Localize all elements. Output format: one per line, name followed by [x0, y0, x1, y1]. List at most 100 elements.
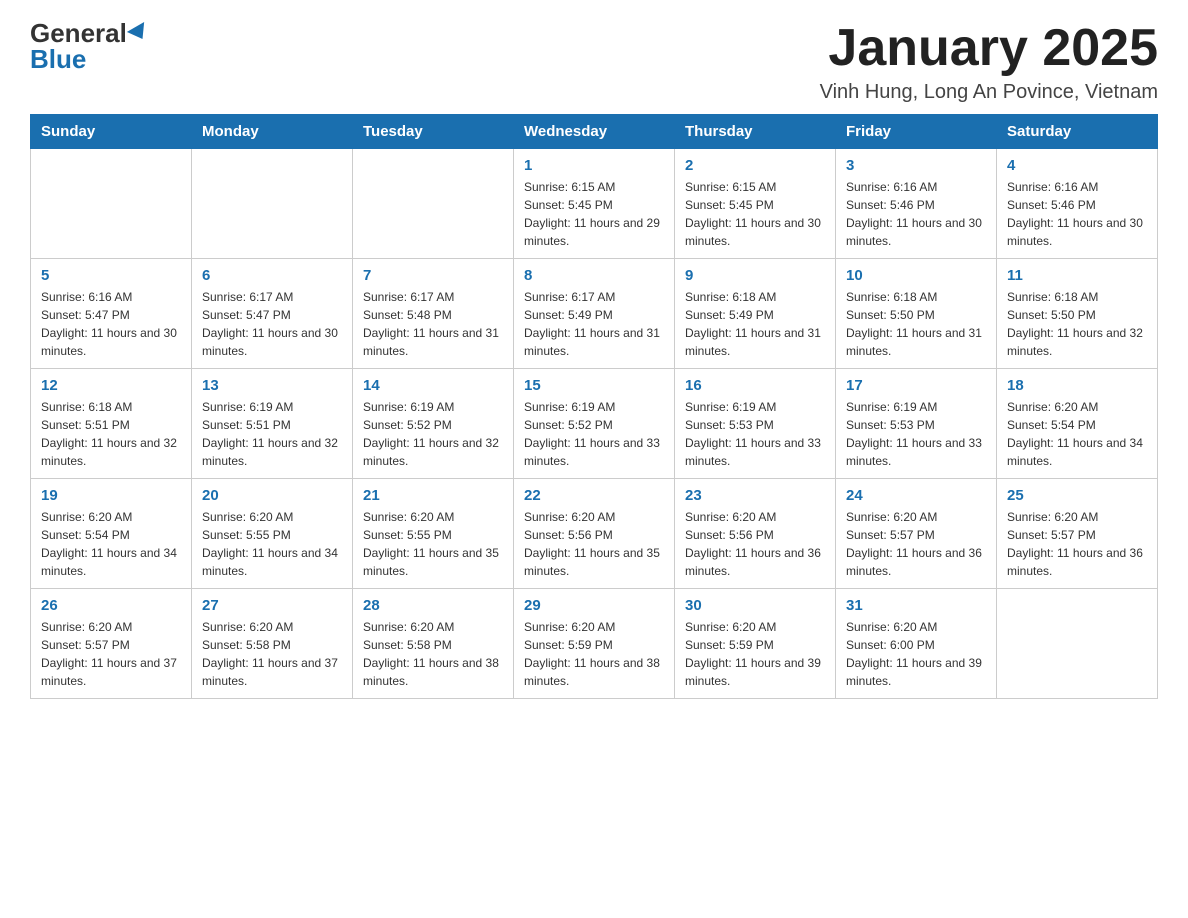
- page-subtitle: Vinh Hung, Long An Povince, Vietnam: [820, 81, 1158, 104]
- day-info: Sunrise: 6:20 AM Sunset: 5:57 PM Dayligh…: [41, 618, 181, 690]
- day-number: 16: [685, 377, 825, 394]
- day-info: Sunrise: 6:20 AM Sunset: 5:54 PM Dayligh…: [1007, 398, 1147, 470]
- calendar-cell: 27 Sunrise: 6:20 AM Sunset: 5:58 PM Dayli…: [192, 589, 353, 699]
- day-number: 10: [846, 267, 986, 284]
- calendar-cell: 21 Sunrise: 6:20 AM Sunset: 5:55 PM Dayli…: [353, 479, 514, 589]
- calendar-cell: 22 Sunrise: 6:20 AM Sunset: 5:56 PM Dayli…: [514, 479, 675, 589]
- calendar-header-thursday: Thursday: [675, 115, 836, 149]
- day-number: 15: [524, 377, 664, 394]
- calendar-cell: [31, 149, 192, 259]
- day-info: Sunrise: 6:15 AM Sunset: 5:45 PM Dayligh…: [685, 178, 825, 250]
- day-info: Sunrise: 6:19 AM Sunset: 5:52 PM Dayligh…: [524, 398, 664, 470]
- day-number: 21: [363, 487, 503, 504]
- calendar-cell: 12 Sunrise: 6:18 AM Sunset: 5:51 PM Dayli…: [31, 369, 192, 479]
- day-info: Sunrise: 6:20 AM Sunset: 5:54 PM Dayligh…: [41, 508, 181, 580]
- calendar-cell: 23 Sunrise: 6:20 AM Sunset: 5:56 PM Dayli…: [675, 479, 836, 589]
- calendar-week-3: 12 Sunrise: 6:18 AM Sunset: 5:51 PM Dayli…: [31, 369, 1158, 479]
- day-number: 4: [1007, 157, 1147, 174]
- day-info: Sunrise: 6:19 AM Sunset: 5:53 PM Dayligh…: [685, 398, 825, 470]
- day-info: Sunrise: 6:20 AM Sunset: 5:57 PM Dayligh…: [1007, 508, 1147, 580]
- calendar-header-monday: Monday: [192, 115, 353, 149]
- day-number: 3: [846, 157, 986, 174]
- day-number: 5: [41, 267, 181, 284]
- calendar-header-row: SundayMondayTuesdayWednesdayThursdayFrid…: [31, 115, 1158, 149]
- title-area: January 2025 Vinh Hung, Long An Povince,…: [820, 20, 1158, 104]
- day-number: 20: [202, 487, 342, 504]
- day-number: 17: [846, 377, 986, 394]
- calendar-cell: 14 Sunrise: 6:19 AM Sunset: 5:52 PM Dayli…: [353, 369, 514, 479]
- day-number: 11: [1007, 267, 1147, 284]
- calendar-cell: 1 Sunrise: 6:15 AM Sunset: 5:45 PM Daylig…: [514, 149, 675, 259]
- calendar-cell: 16 Sunrise: 6:19 AM Sunset: 5:53 PM Dayli…: [675, 369, 836, 479]
- day-info: Sunrise: 6:17 AM Sunset: 5:49 PM Dayligh…: [524, 288, 664, 360]
- page-title: January 2025: [820, 20, 1158, 77]
- day-number: 27: [202, 597, 342, 614]
- day-info: Sunrise: 6:20 AM Sunset: 5:55 PM Dayligh…: [363, 508, 503, 580]
- day-number: 22: [524, 487, 664, 504]
- logo: General Blue: [30, 20, 149, 72]
- logo-general-text: General: [30, 20, 127, 46]
- day-number: 31: [846, 597, 986, 614]
- day-number: 14: [363, 377, 503, 394]
- calendar-cell: 30 Sunrise: 6:20 AM Sunset: 5:59 PM Dayli…: [675, 589, 836, 699]
- calendar-cell: 29Sunrise: 6:20 AM Sunset: 5:59 PM Dayli…: [514, 589, 675, 699]
- calendar-cell: [192, 149, 353, 259]
- day-info: Sunrise: 6:18 AM Sunset: 5:50 PM Dayligh…: [846, 288, 986, 360]
- day-info: Sunrise: 6:20 AM Sunset: 5:56 PM Dayligh…: [685, 508, 825, 580]
- day-number: 8: [524, 267, 664, 284]
- day-number: 18: [1007, 377, 1147, 394]
- day-number: 26: [41, 597, 181, 614]
- calendar-cell: [997, 589, 1158, 699]
- day-info: Sunrise: 6:20 AM Sunset: 5:57 PM Dayligh…: [846, 508, 986, 580]
- calendar-week-1: 1 Sunrise: 6:15 AM Sunset: 5:45 PM Daylig…: [31, 149, 1158, 259]
- calendar-cell: 5 Sunrise: 6:16 AM Sunset: 5:47 PM Daylig…: [31, 259, 192, 369]
- day-info: Sunrise: 6:16 AM Sunset: 5:46 PM Dayligh…: [1007, 178, 1147, 250]
- day-number: 2: [685, 157, 825, 174]
- calendar-cell: 4 Sunrise: 6:16 AM Sunset: 5:46 PM Daylig…: [997, 149, 1158, 259]
- day-info: Sunrise: 6:18 AM Sunset: 5:51 PM Dayligh…: [41, 398, 181, 470]
- day-number: 7: [363, 267, 503, 284]
- day-number: 1: [524, 157, 664, 174]
- calendar-cell: 28Sunrise: 6:20 AM Sunset: 5:58 PM Dayli…: [353, 589, 514, 699]
- day-info: Sunrise: 6:16 AM Sunset: 5:46 PM Dayligh…: [846, 178, 986, 250]
- calendar-cell: 3 Sunrise: 6:16 AM Sunset: 5:46 PM Daylig…: [836, 149, 997, 259]
- calendar-cell: 26 Sunrise: 6:20 AM Sunset: 5:57 PM Dayli…: [31, 589, 192, 699]
- day-number: 24: [846, 487, 986, 504]
- calendar-week-5: 26 Sunrise: 6:20 AM Sunset: 5:57 PM Dayli…: [31, 589, 1158, 699]
- calendar-cell: 31 Sunrise: 6:20 AM Sunset: 6:00 PM Dayli…: [836, 589, 997, 699]
- day-number: 19: [41, 487, 181, 504]
- day-info: Sunrise: 6:19 AM Sunset: 5:52 PM Dayligh…: [363, 398, 503, 470]
- day-number: 9: [685, 267, 825, 284]
- day-info: Sunrise: 6:16 AM Sunset: 5:47 PM Dayligh…: [41, 288, 181, 360]
- logo-triangle-icon: [127, 22, 151, 44]
- calendar-cell: 2 Sunrise: 6:15 AM Sunset: 5:45 PM Daylig…: [675, 149, 836, 259]
- day-number: 13: [202, 377, 342, 394]
- day-number: 30: [685, 597, 825, 614]
- day-info: Sunrise: 6:20 AM Sunset: 5:58 PM Dayligh…: [363, 618, 503, 690]
- calendar-cell: 11Sunrise: 6:18 AM Sunset: 5:50 PM Dayli…: [997, 259, 1158, 369]
- day-info: Sunrise: 6:20 AM Sunset: 5:55 PM Dayligh…: [202, 508, 342, 580]
- calendar-cell: 18 Sunrise: 6:20 AM Sunset: 5:54 PM Dayli…: [997, 369, 1158, 479]
- calendar-cell: 24 Sunrise: 6:20 AM Sunset: 5:57 PM Dayli…: [836, 479, 997, 589]
- day-number: 23: [685, 487, 825, 504]
- header: General Blue January 2025 Vinh Hung, Lon…: [30, 20, 1158, 104]
- calendar-week-2: 5 Sunrise: 6:16 AM Sunset: 5:47 PM Daylig…: [31, 259, 1158, 369]
- day-number: 12: [41, 377, 181, 394]
- calendar-header-saturday: Saturday: [997, 115, 1158, 149]
- day-number: 6: [202, 267, 342, 284]
- calendar-week-4: 19 Sunrise: 6:20 AM Sunset: 5:54 PM Dayli…: [31, 479, 1158, 589]
- calendar-header-sunday: Sunday: [31, 115, 192, 149]
- day-info: Sunrise: 6:20 AM Sunset: 5:59 PM Dayligh…: [685, 618, 825, 690]
- calendar-cell: 15 Sunrise: 6:19 AM Sunset: 5:52 PM Dayli…: [514, 369, 675, 479]
- day-info: Sunrise: 6:20 AM Sunset: 6:00 PM Dayligh…: [846, 618, 986, 690]
- calendar-cell: 6 Sunrise: 6:17 AM Sunset: 5:47 PM Daylig…: [192, 259, 353, 369]
- logo-blue-text: Blue: [30, 46, 86, 72]
- day-info: Sunrise: 6:20 AM Sunset: 5:58 PM Dayligh…: [202, 618, 342, 690]
- calendar-cell: 9Sunrise: 6:18 AM Sunset: 5:49 PM Daylig…: [675, 259, 836, 369]
- day-info: Sunrise: 6:15 AM Sunset: 5:45 PM Dayligh…: [524, 178, 664, 250]
- day-number: 25: [1007, 487, 1147, 504]
- day-info: Sunrise: 6:20 AM Sunset: 5:59 PM Dayligh…: [524, 618, 664, 690]
- day-info: Sunrise: 6:17 AM Sunset: 5:47 PM Dayligh…: [202, 288, 342, 360]
- day-info: Sunrise: 6:20 AM Sunset: 5:56 PM Dayligh…: [524, 508, 664, 580]
- calendar-cell: 17Sunrise: 6:19 AM Sunset: 5:53 PM Dayli…: [836, 369, 997, 479]
